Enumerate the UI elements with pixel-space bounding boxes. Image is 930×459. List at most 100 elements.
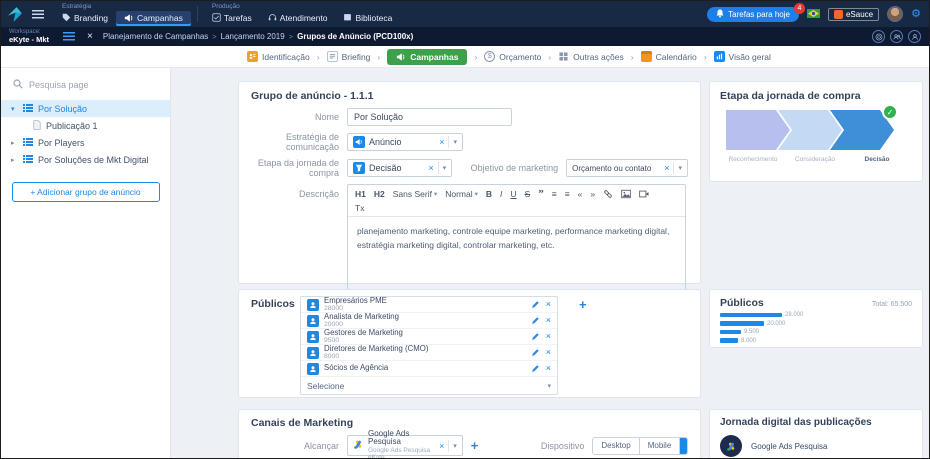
etapa-select[interactable]: Decisão × ▾ bbox=[347, 159, 453, 177]
caret-right-icon[interactable]: ▸ bbox=[11, 139, 18, 147]
clear-icon[interactable]: × bbox=[439, 441, 444, 451]
step-outras-acoes[interactable]: Outras ações bbox=[558, 51, 624, 62]
nav-label: Campanhas bbox=[137, 12, 183, 23]
estrategia-select[interactable]: Anúncio × ▾ bbox=[347, 133, 463, 151]
sidebar-item-publicacao-1[interactable]: Publicação 1 bbox=[1, 117, 170, 134]
caret-down-icon[interactable]: ▾ bbox=[678, 164, 682, 172]
dispositivo-todos-button[interactable]: Todos bbox=[679, 437, 688, 454]
nome-input[interactable] bbox=[347, 108, 512, 126]
add-publico-button[interactable]: + bbox=[579, 298, 587, 311]
caret-down-icon[interactable]: ▾ bbox=[453, 442, 457, 450]
step-campanhas[interactable]: Campanhas bbox=[387, 48, 468, 65]
chevron-right-icon: › bbox=[377, 51, 381, 62]
remove-icon[interactable]: × bbox=[546, 348, 551, 357]
alcancar-select[interactable]: Google Ads Pesquisa Google Ads Pesquisa … bbox=[347, 429, 463, 458]
nav-label: Atendimento bbox=[279, 12, 328, 23]
profile-icon[interactable] bbox=[908, 30, 921, 43]
ordered-list-button[interactable]: ≡ bbox=[552, 189, 557, 199]
topbar-divider bbox=[196, 6, 198, 22]
avatar[interactable] bbox=[887, 6, 904, 22]
calendar-icon bbox=[640, 51, 652, 62]
app-logo-icon[interactable] bbox=[7, 6, 24, 23]
jornada-item-label: Google Ads Pesquisa bbox=[751, 441, 828, 451]
nav-biblioteca[interactable]: Biblioteca bbox=[335, 11, 400, 26]
step-calendario[interactable]: Calendário bbox=[640, 51, 697, 62]
caret-down-icon[interactable]: ▾ bbox=[11, 105, 18, 113]
remove-icon[interactable]: × bbox=[546, 364, 551, 373]
search-input[interactable] bbox=[29, 80, 149, 90]
breadcrumb-separator: > bbox=[212, 32, 217, 41]
h1-button[interactable]: H1 bbox=[355, 189, 366, 199]
sidebar-item-por-solucoes-mkt[interactable]: ▸ Por Soluções de Mkt Digital bbox=[1, 151, 170, 168]
add-ad-group-button[interactable]: + Adicionar grupo de anúncio bbox=[11, 182, 160, 202]
brazil-flag-icon[interactable] bbox=[806, 5, 820, 23]
nav-campanhas[interactable]: Campanhas bbox=[116, 10, 191, 26]
caret-right-icon[interactable]: ▸ bbox=[11, 156, 18, 164]
jornada-card: Jornada digital das publicações Google A… bbox=[709, 409, 923, 458]
size-select[interactable]: Normal ▾ bbox=[445, 189, 478, 199]
clear-icon[interactable]: × bbox=[439, 137, 444, 147]
strike-button[interactable]: S bbox=[525, 189, 531, 199]
breadcrumb-item[interactable]: Planejamento de Campanhas bbox=[103, 32, 208, 41]
jornada-item[interactable]: Google Ads Pesquisa bbox=[720, 435, 912, 457]
clear-icon[interactable]: × bbox=[664, 163, 669, 173]
sidebar-item-por-solucao[interactable]: ▾ Por Solução bbox=[1, 100, 170, 117]
list-item: Analista de Marketing 20000 × bbox=[301, 311, 557, 329]
underline-button[interactable]: U bbox=[510, 189, 516, 199]
client-selector[interactable]: eSauce bbox=[827, 7, 880, 21]
sidebar-item-por-players[interactable]: ▸ Por Players bbox=[1, 134, 170, 151]
h2-button[interactable]: H2 bbox=[374, 189, 385, 199]
link-icon[interactable] bbox=[603, 189, 613, 199]
remove-icon[interactable]: × bbox=[546, 300, 551, 309]
caret-down-icon[interactable]: ▾ bbox=[443, 164, 447, 172]
close-icon[interactable]: × bbox=[87, 31, 93, 42]
outdent-button[interactable]: « bbox=[578, 189, 583, 199]
nav-atendimento[interactable]: Atendimento bbox=[260, 11, 336, 26]
edit-icon[interactable] bbox=[531, 360, 540, 378]
gear-icon[interactable]: ⚙ bbox=[911, 8, 921, 20]
notification-badge[interactable]: 4 bbox=[793, 2, 805, 14]
users-icon[interactable] bbox=[890, 30, 903, 43]
journey-funnel: ✓ bbox=[726, 104, 912, 150]
tasks-today-label: Tarefas para hoje bbox=[728, 9, 790, 19]
stage-label: Consideração bbox=[794, 156, 836, 163]
tasks-today-button[interactable]: Tarefas para hoje bbox=[707, 6, 799, 22]
nav-tarefas[interactable]: Tarefas bbox=[204, 11, 260, 26]
select-placeholder: Selecione bbox=[307, 380, 345, 391]
sidebar-item-label: Por Players bbox=[38, 137, 85, 148]
clear-format-button[interactable]: Tx bbox=[355, 203, 364, 213]
image-icon[interactable] bbox=[621, 189, 631, 199]
video-icon[interactable] bbox=[639, 189, 649, 199]
font-select[interactable]: Sans Serif ▾ bbox=[393, 189, 437, 199]
chevron-right-icon: › bbox=[703, 51, 707, 62]
dispositivo-desktop-button[interactable]: Desktop bbox=[593, 437, 639, 454]
publicos-select[interactable]: Selecione ▾ bbox=[301, 377, 557, 394]
help-icon[interactable] bbox=[872, 30, 885, 43]
ad-group-card: Grupo de anúncio - 1.1.1 Nome Estratégia… bbox=[238, 81, 701, 294]
bold-button[interactable]: B bbox=[486, 189, 492, 199]
objetivo-select[interactable]: Orçamento ou contato × ▾ bbox=[566, 159, 688, 177]
blockquote-button[interactable]: ” bbox=[538, 188, 544, 200]
workspace-menu-icon[interactable] bbox=[63, 32, 76, 41]
dispositivo-mobile-button[interactable]: Mobile bbox=[638, 437, 680, 454]
menu-icon[interactable] bbox=[32, 9, 44, 19]
step-orcamento[interactable]: $ Orçamento bbox=[484, 51, 541, 62]
indent-button[interactable]: » bbox=[590, 189, 595, 199]
nav-label: Tarefas bbox=[223, 12, 252, 23]
descricao-content[interactable]: planejamento marketing, controle equipe … bbox=[348, 217, 685, 293]
step-identificacao[interactable]: Identificação bbox=[247, 51, 310, 62]
step-visao-geral[interactable]: Visão geral bbox=[713, 51, 771, 62]
add-canal-button[interactable]: + bbox=[471, 439, 479, 452]
publico-name: Sócios de Agência bbox=[324, 363, 389, 373]
italic-button[interactable]: I bbox=[500, 189, 502, 199]
estrategia-value: Anúncio bbox=[369, 137, 402, 147]
clear-icon[interactable]: × bbox=[428, 163, 433, 173]
bullet-list-button[interactable]: ≡ bbox=[565, 189, 570, 199]
caret-down-icon[interactable]: ▾ bbox=[453, 138, 457, 146]
nav-branding[interactable]: Branding bbox=[54, 11, 116, 26]
publico-name: Analista de Marketing bbox=[324, 311, 399, 321]
remove-icon[interactable]: × bbox=[546, 316, 551, 325]
breadcrumb-item[interactable]: Lançamento 2019 bbox=[221, 32, 285, 41]
step-briefing[interactable]: Briefing bbox=[326, 51, 370, 62]
remove-icon[interactable]: × bbox=[546, 332, 551, 341]
